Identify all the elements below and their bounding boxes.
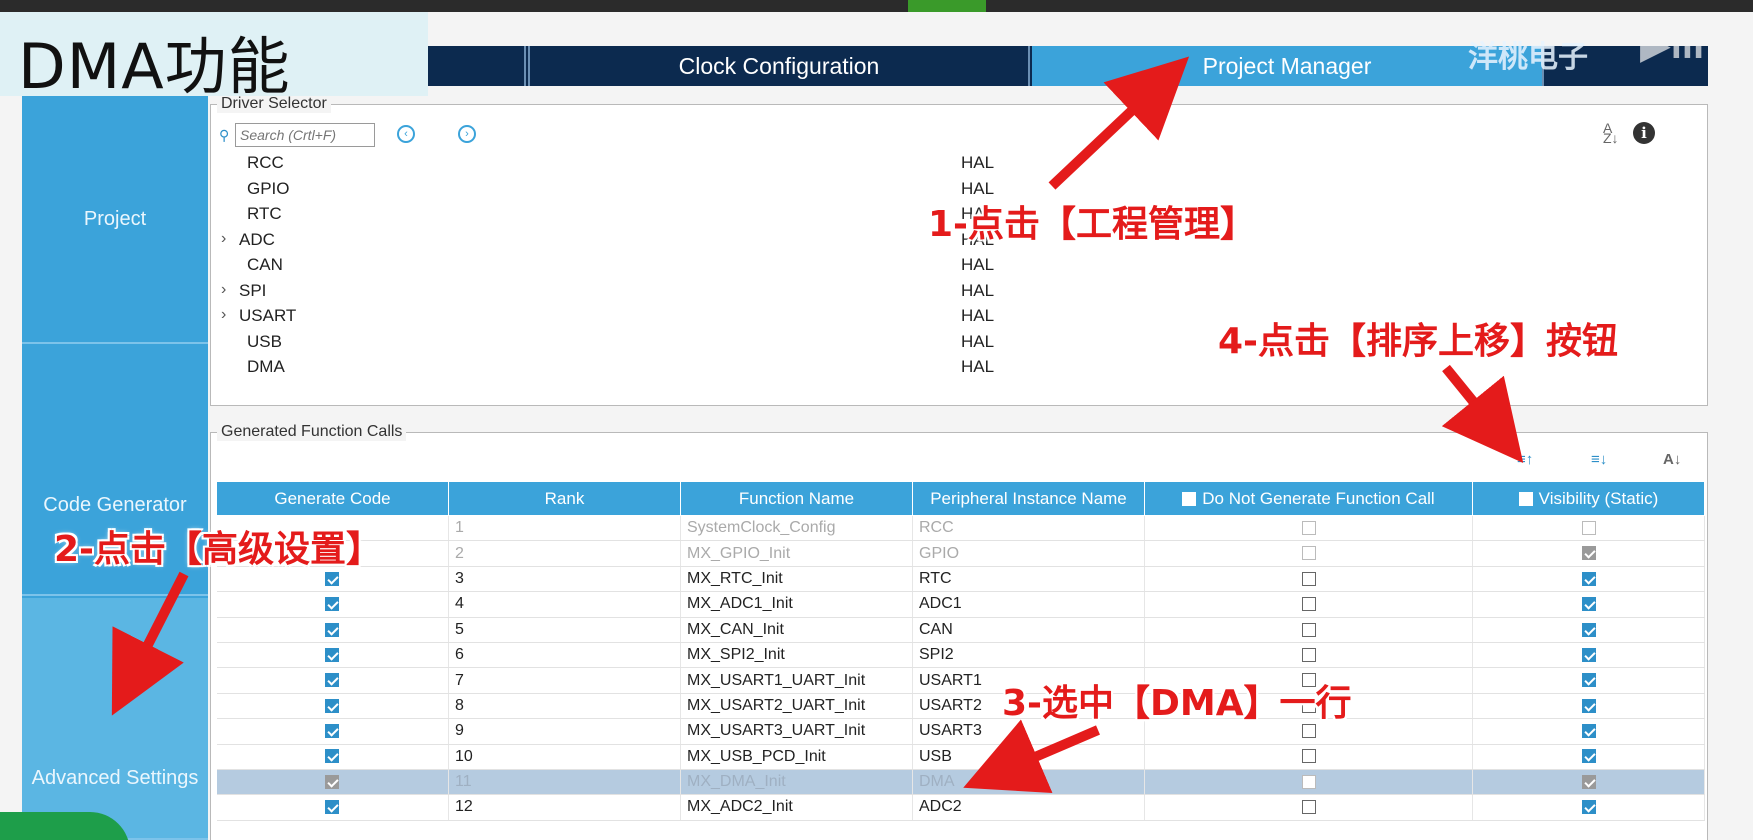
arrow-to-dma-row xyxy=(963,719,1100,794)
annotation-step4: 4-点击【排序上移】按钮 xyxy=(1218,321,1618,362)
annotation-step3: 3-选中【DMA】一行 xyxy=(1002,683,1352,724)
arrow-to-move-up xyxy=(1441,364,1524,464)
arrow-to-project-manager xyxy=(1048,56,1190,190)
annotation-arrows xyxy=(111,56,1524,794)
annotation-step2: 2-点击【高级设置】 xyxy=(54,529,382,570)
arrow-to-advanced-settings xyxy=(111,571,189,716)
annotation-step1: 1-点击【工程管理】 xyxy=(928,204,1256,245)
